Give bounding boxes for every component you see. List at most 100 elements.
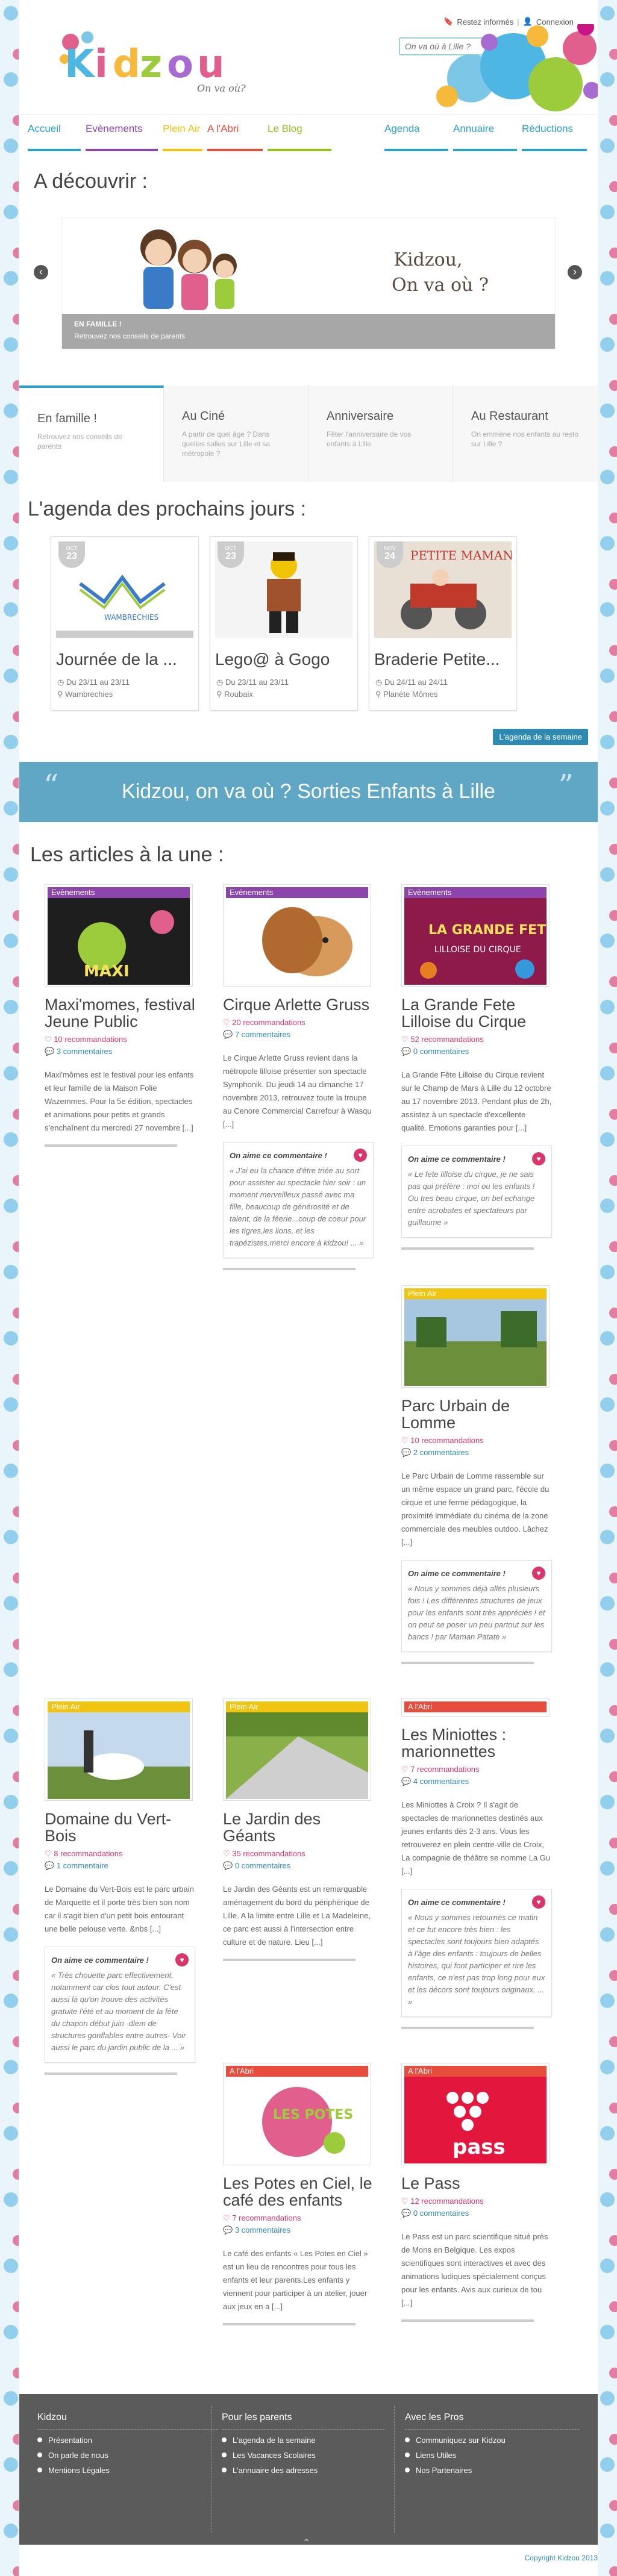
article-thumbnail[interactable]: A l'Abri pass	[401, 2063, 550, 2165]
article-recommendations[interactable]: ♡ 52 recommandations	[401, 1035, 552, 1044]
footer-link[interactable]: Communiquez sur Kidzou	[405, 2436, 580, 2445]
article-category: Evènements	[48, 887, 190, 898]
article-card[interactable]: Evènements LA GRANDE FETE LILLOISE DU CI…	[401, 884, 552, 1250]
footer-link[interactable]: Mentions Légales	[37, 2466, 218, 2475]
article-recommendations[interactable]: ♡ 7 recommandations	[401, 1765, 552, 1774]
article-image	[226, 898, 368, 985]
map-marker-icon: ⚲	[216, 690, 222, 699]
nav-a-labri[interactable]: A l'Abri	[207, 115, 265, 151]
article-card[interactable]: A l'Abri Les Miniottes : marionnettes ♡ …	[401, 1698, 552, 2029]
tab-au-cine[interactable]: Au Ciné A partir de quel âge ? Dans quel…	[164, 385, 308, 482]
agenda-card[interactable]: WAMBRECHIES OCT 23 Journée de la ... ◷ Du…	[51, 536, 199, 711]
map-marker-icon: ⚲	[57, 690, 63, 699]
article-category: A l'Abri	[226, 2066, 368, 2077]
article-title[interactable]: Les Potes en Ciel, le café des enfants	[223, 2175, 374, 2209]
svg-text:i: i	[95, 42, 108, 87]
article-title[interactable]: La Grande Fete Lilloise du Cirque	[401, 996, 552, 1030]
footer-link[interactable]: Liens Utiles	[405, 2451, 580, 2460]
nav-reductions[interactable]: Réductions	[522, 115, 589, 151]
footer-link[interactable]: Les Vacances Scolaires	[222, 2451, 384, 2460]
article-recommendations[interactable]: ♡ 7 recommandations	[223, 2213, 374, 2223]
article-title[interactable]: Cirque Arlette Gruss	[223, 996, 374, 1013]
svg-text:z: z	[140, 42, 162, 87]
article-card[interactable]: Evènements MAXI Maxi'momes, festival Jeu…	[45, 884, 195, 1147]
article-card[interactable]: Evènements Cirque Arlette Gruss ♡ 20 rec…	[223, 884, 374, 1270]
agenda-card[interactable]: OCT 23 Lego@ à Gogo ◷ Du 23/11 au 23/11 ⚲…	[210, 536, 358, 711]
footer-link[interactable]: On parle de nous	[37, 2451, 218, 2460]
article-category: A l'Abri	[404, 2066, 547, 2077]
article-excerpt: Les Miniottes à Croix ? Il s'agit de spe…	[401, 1800, 551, 1876]
article-title[interactable]: Domaine du Vert-Bois	[45, 1810, 195, 1844]
nav-accueil[interactable]: Accueil	[28, 115, 83, 151]
article-comments[interactable]: 💬 3 commentaires	[223, 2225, 374, 2235]
article-card[interactable]: Plein Air Le Jardin des Géants ♡ 35 reco…	[223, 1698, 374, 1961]
footer-link[interactable]: L'agenda de la semaine	[222, 2436, 384, 2445]
footer-link[interactable]: Nos Partenaires	[405, 2466, 580, 2475]
article-thumbnail[interactable]: Plein Air	[401, 1285, 550, 1388]
svg-text:K: K	[64, 42, 96, 87]
article-recommendations[interactable]: ♡ 10 recommandations	[45, 1035, 195, 1044]
article-recommendations[interactable]: ♡ 20 recommandations	[223, 1018, 374, 1028]
comment-icon: 💬	[401, 1448, 412, 1457]
article-comments[interactable]: 💬 0 commentaires	[223, 1861, 374, 1871]
slider-next-button[interactable]: ›	[568, 265, 582, 279]
featured-slider[interactable]: Kidzou, On va où ? EN FAMILLE ! Retrouve…	[61, 217, 556, 349]
article-category: Plein Air	[48, 1701, 190, 1712]
article-comments[interactable]: 💬 7 commentaires	[223, 1030, 374, 1040]
article-comments[interactable]: 💬 0 commentaires	[401, 1047, 552, 1056]
nav-evenements[interactable]: Evènements	[86, 115, 160, 151]
nav-le-blog[interactable]: Le Blog	[268, 115, 334, 151]
svg-text:d: d	[113, 42, 140, 87]
article-comments[interactable]: 💬 4 commentaires	[401, 1777, 552, 1786]
heart-icon: ♡	[401, 1765, 409, 1774]
article-recommendations[interactable]: ♡ 12 recommandations	[401, 2197, 552, 2206]
weekly-agenda-button[interactable]: L'agenda de la semaine	[493, 729, 588, 745]
article-comments[interactable]: 💬 2 commentaires	[401, 1448, 552, 1458]
article-thumbnail[interactable]: Evènements	[223, 884, 371, 987]
article-image: pass	[404, 2077, 547, 2163]
article-recommendations[interactable]: ♡ 35 recommandations	[223, 1849, 374, 1859]
agenda-card-place: ⚲ Planète Mômes	[375, 690, 438, 699]
comment-icon: 💬	[401, 2209, 412, 2218]
clock-icon: ◷	[216, 678, 224, 687]
heart-icon: ♡	[401, 1436, 409, 1445]
article-thumbnail[interactable]: Evènements MAXI	[45, 884, 193, 987]
scroll-up-icon[interactable]: ⌃	[302, 2537, 310, 2549]
article-card[interactable]: Plein Air Domaine du Vert-Bois ♡ 8 recom…	[45, 1698, 195, 2075]
tagline-banner: “ Kidzou, on va où ? Sorties Enfants à L…	[19, 762, 598, 822]
tab-anniversaire[interactable]: Anniversaire Fêter l'anniversaire de vos…	[308, 385, 453, 482]
article-comments[interactable]: 💬 1 commentaire	[45, 1861, 195, 1871]
agenda-card[interactable]: PETITE MAMAN NOV 24 Braderie Petite... ◷ …	[369, 536, 517, 711]
article-recommendations[interactable]: ♡ 8 recommandations	[45, 1849, 195, 1859]
article-card[interactable]: Plein Air Parc Urbain de Lomme ♡ 10 reco…	[401, 1285, 552, 1664]
article-comments[interactable]: 💬 0 commentaires	[401, 2209, 552, 2218]
nav-plein-air[interactable]: Plein Air	[163, 115, 205, 151]
footer-link[interactable]: Présentation	[37, 2436, 218, 2445]
kidzou-logo[interactable]: K i d z o u On va où?	[52, 24, 269, 96]
comment-icon: 💬	[223, 1861, 233, 1870]
article-title[interactable]: Parc Urbain de Lomme	[401, 1397, 552, 1431]
article-category: Plein Air	[404, 1288, 547, 1299]
agenda-card-dates: ◷ Du 23/11 au 23/11	[57, 678, 130, 687]
article-excerpt: Le Domaine du Vert-Bois est le parc urba…	[45, 1885, 194, 1933]
article-recommendations[interactable]: ♡ 10 recommandations	[401, 1436, 552, 1445]
nav-annuaire[interactable]: Annuaire	[453, 115, 519, 151]
article-title[interactable]: Le Jardin des Géants	[223, 1810, 374, 1844]
tab-au-restaurant[interactable]: Au Restaurant On emmène nos enfants au r…	[453, 385, 598, 482]
article-title[interactable]: Les Miniottes : marionnettes	[401, 1726, 552, 1760]
article-thumbnail[interactable]: A l'Abri LES POTES	[223, 2063, 371, 2165]
article-card[interactable]: A l'Abri LES POTES Les Potes en Ciel, le…	[223, 2063, 374, 2325]
article-excerpt: Le Jardin des Géants est un remarquable …	[223, 1885, 371, 1947]
slider-prev-button[interactable]: ‹	[34, 265, 48, 279]
article-thumbnail[interactable]: Plein Air	[45, 1698, 193, 1801]
article-thumbnail[interactable]: Plein Air	[223, 1698, 371, 1801]
article-thumbnail[interactable]: A l'Abri	[401, 1698, 550, 1717]
article-card[interactable]: A l'Abri pass Le Pass ♡ 12 recommandatio…	[401, 2063, 552, 2322]
nav-agenda[interactable]: Agenda	[384, 115, 451, 151]
tab-en-famille[interactable]: En famille ! Retrouvez nos conseils de p…	[19, 385, 164, 482]
footer-link[interactable]: L'annuaire des adresses	[222, 2466, 384, 2475]
article-comments[interactable]: 💬 3 commentaires	[45, 1047, 195, 1056]
article-title[interactable]: Le Pass	[401, 2175, 552, 2192]
article-title[interactable]: Maxi'momes, festival Jeune Public	[45, 996, 195, 1030]
article-thumbnail[interactable]: Evènements LA GRANDE FETE LILLOISE DU CI…	[401, 884, 550, 987]
